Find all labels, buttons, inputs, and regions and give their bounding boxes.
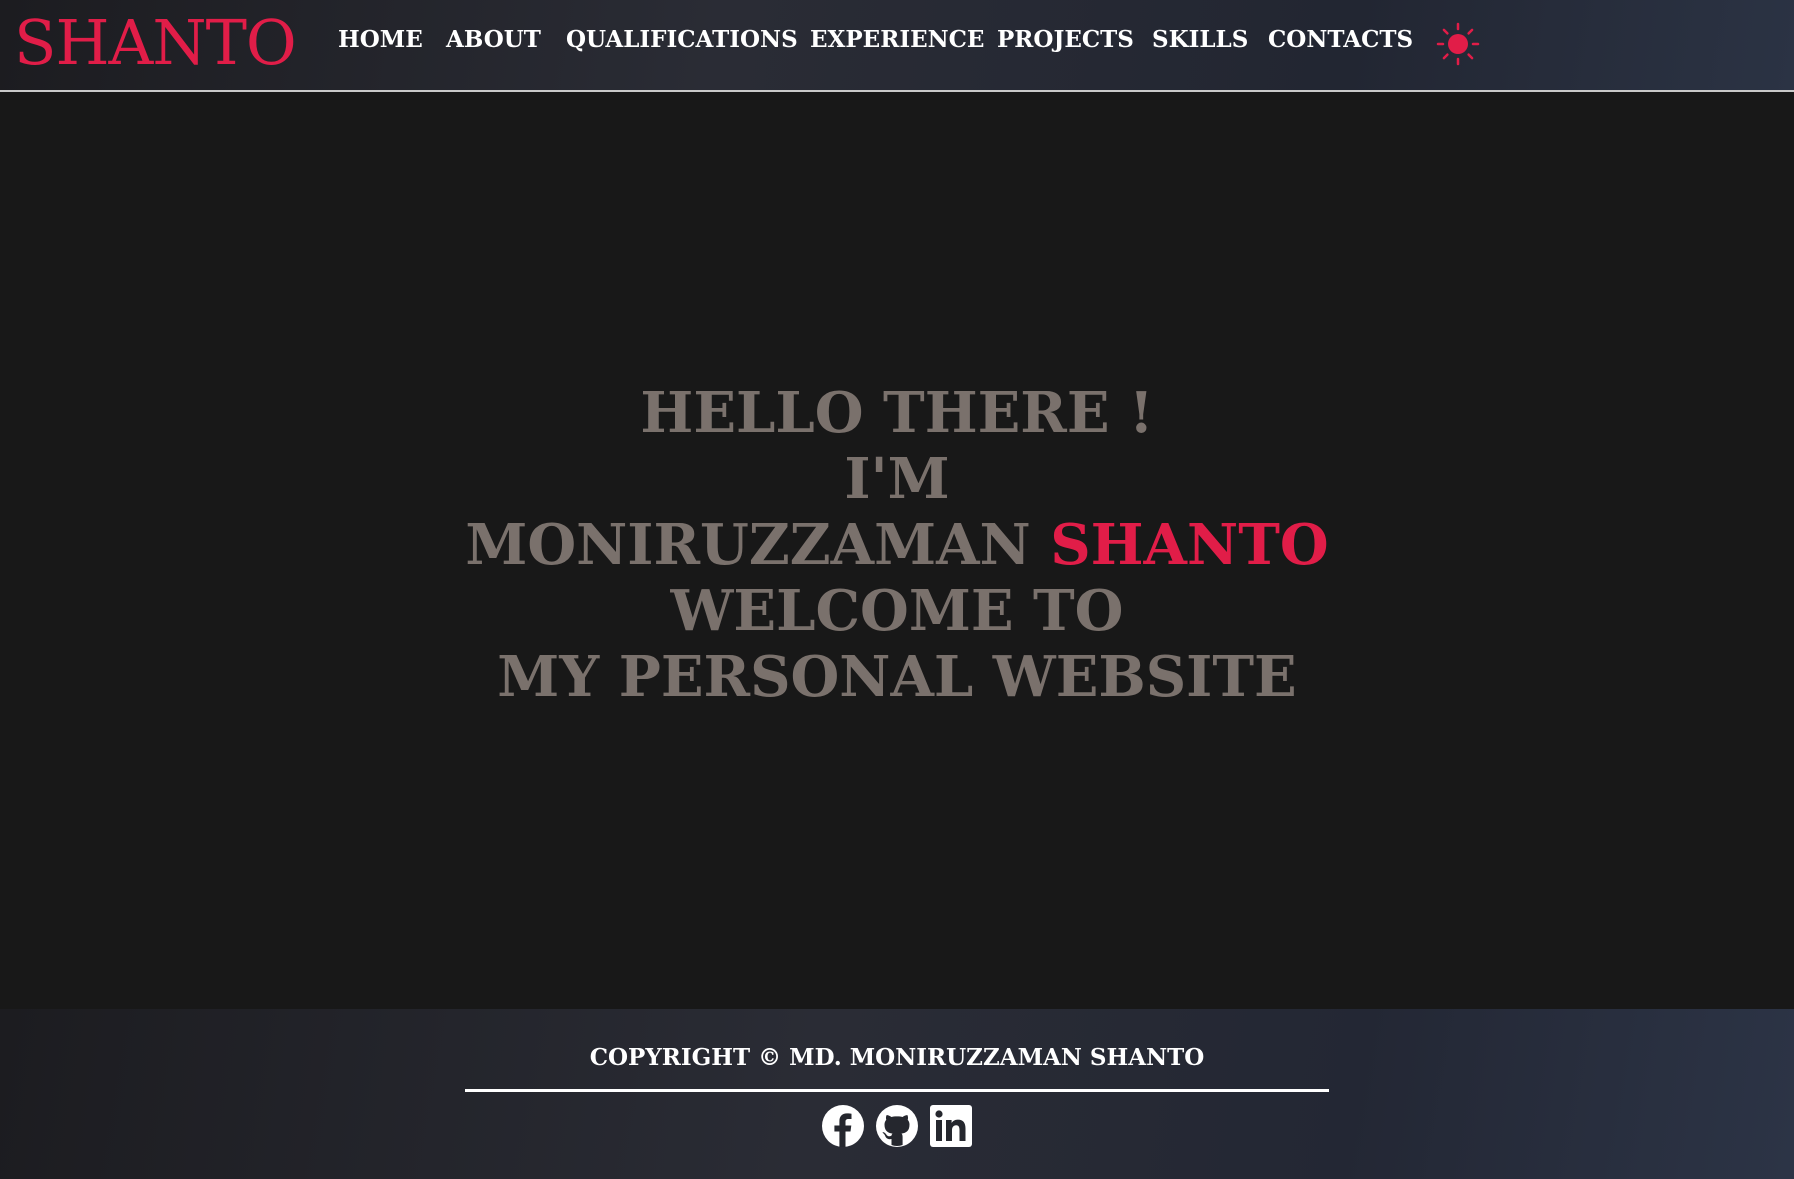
hero-name-accent: SHANTO xyxy=(1050,512,1329,578)
copyright-text: COPYRIGHT © MD. MONIRUZZAMAN SHANTO xyxy=(589,1044,1205,1071)
hero-name: MONIRUZZAMAN xyxy=(465,512,1031,578)
sun-icon[interactable] xyxy=(1436,22,1480,66)
hero-heading: HELLO THERE ! I'M MONIRUZZAMAN SHANTO WE… xyxy=(0,380,1794,710)
nav-about[interactable]: ABOUT xyxy=(446,26,541,53)
nav-projects[interactable]: PROJECTS xyxy=(997,26,1134,53)
facebook-icon[interactable] xyxy=(821,1104,865,1148)
footer-divider xyxy=(465,1089,1329,1092)
footer: COPYRIGHT © MD. MONIRUZZAMAN SHANTO xyxy=(0,1009,1794,1179)
nav-experience[interactable]: EXPERIENCE xyxy=(810,26,984,53)
hero-greeting: HELLO THERE ! xyxy=(640,380,1154,446)
hero-section: HELLO THERE ! I'M MONIRUZZAMAN SHANTO WE… xyxy=(0,92,1794,1009)
hero-name-line: MONIRUZZAMAN SHANTO xyxy=(0,512,1794,578)
hero-welcome: WELCOME TO xyxy=(670,578,1124,644)
github-icon[interactable] xyxy=(875,1104,919,1148)
nav-contacts[interactable]: CONTACTS xyxy=(1268,26,1413,53)
nav-home[interactable]: HOME xyxy=(338,26,423,53)
nav-skills[interactable]: SKILLS xyxy=(1152,26,1248,53)
hero-im: I'M xyxy=(844,446,950,512)
site-logo[interactable]: SHANTO xyxy=(14,4,297,82)
nav-qualifications[interactable]: QUALIFICATIONS xyxy=(566,26,798,53)
linkedin-icon[interactable] xyxy=(929,1104,973,1148)
navbar: SHANTO HOME ABOUT QUALIFICATIONS EXPERIE… xyxy=(0,0,1794,92)
hero-website: MY PERSONAL WEBSITE xyxy=(497,644,1297,710)
